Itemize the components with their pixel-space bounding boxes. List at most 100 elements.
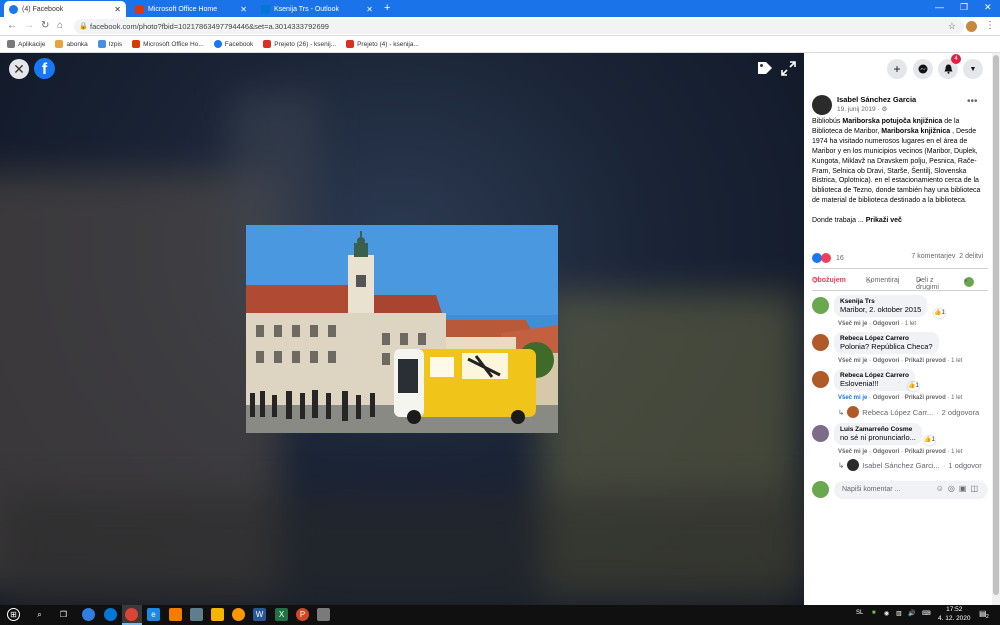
powerpoint-icon[interactable]: P [296, 608, 309, 621]
like-link[interactable]: Všeč mi je [838, 321, 867, 327]
sticker-icon[interactable]: ◫ [970, 484, 982, 493]
comment-tools[interactable]: ☺◎▣◫ [936, 484, 982, 493]
tray-icon[interactable]: ◉ [884, 610, 889, 617]
see-more-link[interactable]: Prikaži več [866, 217, 902, 224]
clock[interactable]: 17:52 4. 12. 2020 [938, 606, 971, 623]
task-view-icon[interactable]: ❒ [57, 608, 70, 621]
commenter-avatar[interactable] [812, 334, 829, 351]
network-icon[interactable]: ▥ [896, 610, 902, 617]
excel-icon[interactable]: X [275, 608, 288, 621]
reply-link[interactable]: Odgovori [873, 321, 900, 327]
bookmark-gmail-2[interactable]: Prejeto (4) - ksenija... [346, 40, 419, 48]
start-windows-icon[interactable]: ⊞ [7, 608, 20, 621]
vlc-icon[interactable] [169, 608, 182, 621]
reply-link[interactable]: Odgovori [873, 449, 900, 455]
commenter-name[interactable]: Rebeca López Carrero [840, 372, 909, 379]
facebook-logo-icon[interactable]: f [34, 58, 55, 79]
reactions-summary[interactable]: 16 [812, 253, 844, 263]
post-author[interactable]: Isabel Sánchez Garcia [837, 95, 916, 104]
search-icon[interactable]: ⌕ [33, 608, 46, 621]
comment-time[interactable]: 1 let [951, 395, 962, 401]
messenger-button[interactable] [913, 59, 933, 79]
skype-icon[interactable] [104, 608, 117, 621]
chrome-icon[interactable] [125, 608, 138, 621]
main-photo[interactable] [246, 225, 558, 433]
close-tab-icon[interactable]: ✕ [366, 5, 373, 14]
language-indicator[interactable]: SL [856, 610, 863, 616]
like-link[interactable]: Všeč mi je [838, 395, 867, 401]
create-button[interactable]: + [887, 59, 907, 79]
commenter-avatar[interactable] [812, 371, 829, 388]
word-icon[interactable]: W [253, 608, 266, 621]
scrollbar-thumb[interactable] [993, 55, 999, 595]
reply-link[interactable]: Odgovori [873, 358, 900, 364]
commenter-name[interactable]: Rebeca López Carrero [840, 335, 933, 342]
app-icon[interactable] [82, 608, 95, 621]
account-menu-button[interactable]: ▼ [963, 59, 983, 79]
address-bar[interactable]: 🔒 facebook.com/photo?fbid=10217863497794… [74, 19, 964, 34]
app-icon[interactable] [190, 608, 203, 621]
bookmark-gmail-1[interactable]: Prejeto (26) - ksenij... [263, 40, 336, 48]
keyboard-icon[interactable]: ⌨ [922, 610, 931, 617]
app-icon[interactable] [317, 608, 330, 621]
bookmark-apps[interactable]: Aplikacije [7, 40, 45, 48]
bookmark-star-icon[interactable]: ☆ [948, 19, 956, 34]
profile-avatar[interactable] [966, 21, 977, 32]
volume-icon[interactable]: 🔊 [908, 610, 915, 617]
post-text-link[interactable]: Mariborska potujoča knjižnica [842, 118, 942, 125]
comment-time[interactable]: 1 let [951, 449, 962, 455]
back-icon[interactable]: ← [7, 20, 17, 31]
close-window-icon[interactable]: ✕ [984, 2, 992, 13]
like-link[interactable]: Všeč mi je [838, 358, 867, 364]
commenter-avatar[interactable] [812, 425, 829, 442]
bookmark-abonka[interactable]: abonka [55, 40, 88, 48]
bookmark-office[interactable]: Microsoft Office Ho... [132, 40, 204, 48]
view-replies[interactable]: ↳ Rebeca López Carr... · 2 odgovora [838, 406, 979, 418]
edge-icon[interactable]: e [147, 608, 160, 621]
gif-icon[interactable]: ▣ [959, 484, 971, 493]
comment-time[interactable]: 1 let [951, 358, 962, 364]
file-explorer-icon[interactable] [211, 608, 224, 621]
tab-facebook[interactable]: (4) Facebook ✕ [4, 1, 126, 17]
emoji-icon[interactable]: ☺ [936, 484, 948, 493]
restore-icon[interactable]: ❐ [960, 2, 968, 13]
bookmark-izpis[interactable]: Izpis [97, 40, 122, 48]
comments-count[interactable]: 7 komentarjev [911, 253, 955, 260]
comment-like-badge[interactable]: 👍1 [924, 436, 935, 445]
close-tab-icon[interactable]: ✕ [114, 5, 121, 14]
shares-count[interactable]: 2 delitvi [959, 253, 983, 260]
post-options-icon[interactable]: ••• [967, 96, 978, 107]
close-viewer-button[interactable]: ✕ [9, 59, 29, 79]
tab-outlook[interactable]: Ksenija Trs - Outlook ✕ [256, 1, 378, 17]
new-tab-button[interactable]: + [384, 2, 390, 14]
minimize-icon[interactable]: — [935, 2, 944, 12]
tray-icon[interactable]: ■ [872, 610, 876, 616]
translate-link[interactable]: Prikaži prevod [905, 449, 946, 455]
reload-icon[interactable]: ↻ [41, 20, 49, 31]
forward-icon[interactable]: → [24, 20, 34, 31]
bookmark-facebook[interactable]: Facebook [213, 40, 253, 48]
like-link[interactable]: Všeč mi je [838, 449, 867, 455]
fullscreen-icon[interactable] [781, 61, 796, 76]
translate-link[interactable]: Prikaži prevod [905, 395, 946, 401]
commenter-avatar[interactable] [812, 297, 829, 314]
commenter-name[interactable]: Luis Zamarreño Cosme [840, 426, 916, 433]
author-avatar[interactable] [812, 95, 832, 115]
reply-link[interactable]: Odgovori [873, 395, 900, 401]
chrome-menu-icon[interactable]: ⋮ [985, 20, 995, 31]
post-date[interactable]: 19. junij 2019 · ⚙ [837, 105, 887, 113]
tab-office[interactable]: Microsoft Office Home ✕ [130, 1, 252, 17]
commenter-name[interactable]: Ksenija Trs [840, 298, 921, 305]
comment-like-badge[interactable]: 👍1 [934, 309, 945, 318]
comment-time[interactable]: 1 let [905, 321, 916, 327]
app-icon[interactable] [232, 608, 245, 621]
close-tab-icon[interactable]: ✕ [240, 5, 247, 14]
post-text-link[interactable]: Mariborska knjižnica [881, 128, 950, 135]
comment-like-badge[interactable]: 👍1 [908, 382, 919, 391]
view-replies[interactable]: ↳ Isabel Sánchez Garci... · 1 odgovor [838, 459, 982, 471]
camera-icon[interactable]: ◎ [948, 484, 959, 493]
home-icon[interactable]: ⌂ [57, 20, 63, 31]
tag-icon[interactable] [757, 61, 773, 75]
panel-scrollbar[interactable] [992, 53, 1000, 605]
translate-link[interactable]: Prikaži prevod [905, 358, 946, 364]
